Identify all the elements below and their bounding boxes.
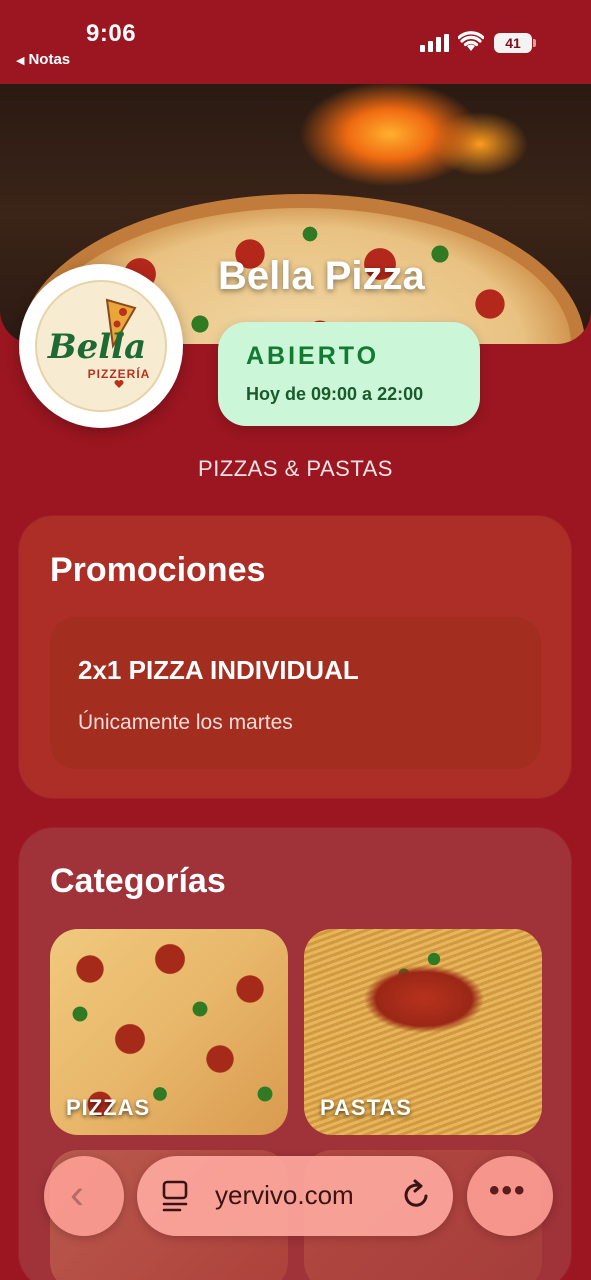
logo-name: Bella — [47, 327, 146, 367]
back-to-app-link[interactable]: ◀ Notas — [16, 51, 70, 68]
back-app-label: Notas — [28, 51, 71, 68]
cellular-signal-icon — [420, 34, 450, 52]
category-tile-pizzas[interactable]: PIZZAS — [50, 929, 288, 1135]
opening-hours: Hoy de 09:00 a 22:00 — [246, 384, 424, 404]
more-icon: ••• — [489, 1174, 527, 1207]
battery-level: 41 — [494, 33, 532, 53]
promotion-item[interactable]: 2x1 PIZZA INDIVIDUAL Únicamente los mart… — [50, 617, 541, 769]
open-status-label: ABIERTO — [246, 342, 380, 370]
promotion-description: Únicamente los martes — [78, 711, 293, 734]
status-time: 9:06 — [86, 20, 137, 47]
tabs-icon — [162, 1180, 188, 1212]
restaurant-tagline: PIZZAS & PASTAS — [198, 456, 393, 481]
reload-icon[interactable] — [400, 1178, 434, 1212]
open-status-badge: ABIERTO Hoy de 09:00 a 22:00 — [218, 322, 480, 426]
address-url: yervivo.com — [215, 1180, 354, 1210]
restaurant-name: Bella Pizza — [218, 254, 425, 298]
browser-back-button[interactable]: ‹ — [44, 1156, 124, 1236]
logo-subtitle: PIZZERÍA — [88, 366, 151, 381]
address-bar[interactable]: yervivo.com — [137, 1156, 453, 1236]
category-label: PIZZAS — [66, 1095, 151, 1120]
logo-artwork: Bella PIZZERÍA — [47, 298, 151, 388]
back-triangle-icon: ◀ — [16, 55, 25, 67]
categories-title: Categorías — [50, 862, 226, 900]
status-bar: 9:06 ◀ Notas 41 — [0, 0, 591, 84]
heart-icon — [114, 380, 124, 388]
promotion-title: 2x1 PIZZA INDIVIDUAL — [78, 655, 359, 685]
promotions-title: Promociones — [50, 551, 266, 589]
category-label: PASTAS — [320, 1095, 412, 1120]
more-options-button[interactable]: ••• — [467, 1156, 553, 1236]
category-tile-pastas[interactable]: PASTAS — [304, 929, 542, 1135]
wifi-icon — [458, 31, 484, 51]
restaurant-logo: Bella PIZZERÍA — [19, 264, 183, 428]
battery-icon: 41 — [494, 33, 536, 53]
chevron-left-icon: ‹ — [70, 1170, 84, 1217]
